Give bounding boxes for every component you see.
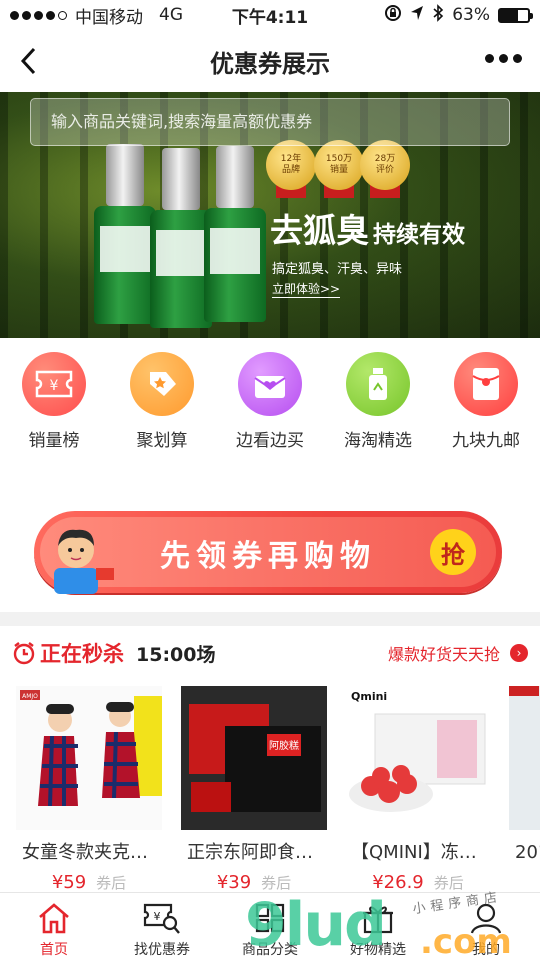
flash-sale-product-list: AMJO 女童冬款夹克外套 ¥59券后 阿胶糕 正宗东阿即食阿胶糕 ¥39券后	[0, 686, 540, 892]
category-group-buy[interactable]: 聚划算	[108, 352, 216, 462]
category-label: 聚划算	[136, 431, 188, 451]
product-price: ¥26.9 券后	[372, 872, 464, 892]
product-card[interactable]: 2017新款	[509, 686, 540, 864]
alarm-clock-icon	[13, 642, 35, 665]
category-watch-and-buy[interactable]: 边看边买	[216, 352, 324, 462]
watermark-logo: 9lud	[245, 890, 387, 960]
product-name: 【QMINI】冻干草莓	[351, 842, 491, 863]
category-label: 边看边买	[236, 431, 304, 451]
category-nine-yuan[interactable]: 九块九邮	[432, 352, 540, 462]
product-image: AMJO	[16, 686, 162, 830]
heart-mail-icon	[238, 352, 302, 416]
promo-banner[interactable]: 12年 品牌 150万 销量 28万 评价 去狐臭 持续有效 搞定狐臭、汗臭、异味 立即…	[0, 92, 540, 338]
category-overseas[interactable]: 海淘精选	[324, 352, 432, 462]
bluetooth-icon	[432, 3, 444, 27]
promo-text: 先领券再购物	[160, 539, 376, 574]
product-bottle-image	[150, 148, 212, 328]
product-image: Qmini	[345, 686, 491, 830]
chevron-left-icon	[20, 47, 36, 75]
product-name: 女童冬款夹克外套	[22, 842, 162, 863]
banner-subline: 搞定狐臭、汗臭、异味	[272, 262, 403, 277]
star-tag-icon	[130, 352, 194, 416]
category-sales-ranking[interactable]: ¥ 销量榜	[0, 352, 108, 462]
flash-sale-title: 正在秒杀	[40, 642, 124, 666]
product-card[interactable]: 阿胶糕 正宗东阿即食阿胶糕 ¥39券后	[181, 686, 327, 892]
category-label: 销量榜	[28, 431, 80, 451]
banner-headline: 去狐臭 持续有效	[270, 211, 465, 250]
product-card[interactable]: Qmini 【QMINI】冻干草莓 ¥26.9券后	[345, 686, 491, 892]
chevron-right-icon[interactable]: ›	[510, 644, 528, 662]
svg-text:阿胶糕: 阿胶糕	[269, 739, 299, 752]
badge-brand-years: 12年 品牌	[266, 140, 316, 190]
cartoon-man-icon	[54, 529, 114, 594]
svg-text:¥: ¥	[50, 378, 59, 394]
location-icon	[410, 5, 424, 26]
badge-reviews: 28万 评价	[360, 140, 410, 190]
tab-find-coupons[interactable]: ¥ 找优惠券	[108, 893, 216, 960]
flash-sale-session: 15:00场	[136, 643, 216, 666]
product-bottle-image	[204, 146, 266, 322]
battery-icon	[498, 7, 533, 23]
product-price: ¥39 券后	[216, 872, 292, 892]
ticket-yen-icon: ¥	[22, 352, 86, 416]
search-input[interactable]: 输入商品关键词,搜索海量高额优惠券	[30, 98, 510, 146]
product-image: 阿胶糕	[181, 686, 327, 830]
battery-percent: 63%	[452, 5, 490, 25]
product-image	[509, 686, 540, 830]
category-row: ¥ 销量榜 聚划算 边看边买 海淘精选 九块九邮	[0, 352, 540, 462]
svg-text:Qmini: Qmini	[351, 690, 387, 703]
product-name: 2017新款	[515, 842, 540, 863]
status-bar: 中国移动 4G 下午4:11 63%	[0, 0, 540, 30]
badge-sales: 150万 销量	[314, 140, 364, 190]
watermark-suffix: .com	[420, 922, 512, 962]
signal-icon	[10, 10, 67, 20]
banner-cta-link[interactable]: 立即体验>>	[272, 280, 341, 298]
product-price: ¥59 券后	[51, 872, 127, 892]
navigation-bar: 优惠券展示	[0, 30, 540, 92]
page-title: 优惠券展示	[210, 49, 330, 78]
bottle-icon	[346, 352, 410, 416]
category-label: 九块九邮	[452, 431, 520, 451]
red-envelope-icon	[454, 352, 518, 416]
back-button[interactable]	[12, 44, 46, 78]
product-bottle-image	[94, 144, 156, 324]
home-icon	[34, 899, 74, 937]
coupon-search-icon: ¥	[142, 899, 182, 937]
svg-text:¥: ¥	[154, 910, 161, 923]
flash-sale-header: 正在秒杀 15:00场 爆款好货天天抢 ›	[0, 630, 540, 676]
section-divider	[0, 612, 540, 626]
network-type: 4G	[159, 5, 183, 25]
product-card[interactable]: AMJO 女童冬款夹克外套 ¥59 券后	[16, 686, 162, 892]
carrier-name: 中国移动	[75, 7, 143, 28]
category-label: 海淘精选	[344, 431, 412, 451]
svg-text:AMJO: AMJO	[22, 693, 38, 700]
product-name: 正宗东阿即食阿胶糕	[187, 842, 327, 863]
grab-button[interactable]: 抢	[430, 529, 476, 575]
more-button[interactable]	[485, 54, 522, 63]
rotation-lock-icon	[384, 4, 402, 27]
tab-home[interactable]: 首页	[0, 893, 108, 960]
flash-sale-more-link[interactable]: 爆款好货天天抢	[388, 641, 500, 665]
